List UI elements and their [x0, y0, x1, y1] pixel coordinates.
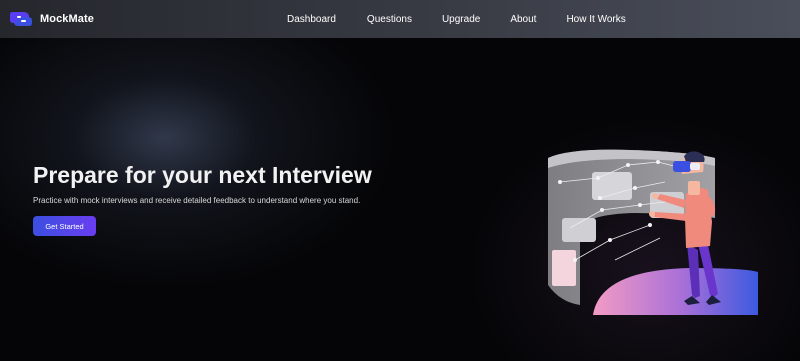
vr-interview-illustration [548, 149, 758, 315]
nav-item-upgrade[interactable]: Upgrade [442, 14, 480, 25]
nav-item-dashboard[interactable]: Dashboard [287, 14, 336, 25]
brand-name: MockMate [40, 12, 94, 25]
mockmate-logo-icon [10, 12, 32, 26]
get-started-button[interactable]: Get Started [33, 216, 96, 236]
main-nav: Dashboard Questions Upgrade About How It… [270, 0, 626, 38]
nav-item-how-it-works[interactable]: How It Works [566, 14, 625, 25]
nav-item-about[interactable]: About [510, 14, 536, 25]
top-navbar: MockMate Dashboard Questions Upgrade Abo… [0, 0, 800, 38]
screen-panel [562, 218, 596, 242]
platform-shape [593, 268, 758, 315]
hero-subtitle: Practice with mock interviews and receiv… [33, 196, 361, 205]
brand[interactable]: MockMate [8, 9, 94, 28]
nav-item-questions[interactable]: Questions [367, 14, 412, 25]
screen-panel [552, 250, 576, 286]
hero-title: Prepare for your next Interview [33, 162, 372, 188]
hero-section: Prepare for your next Interview Practice… [0, 38, 800, 361]
